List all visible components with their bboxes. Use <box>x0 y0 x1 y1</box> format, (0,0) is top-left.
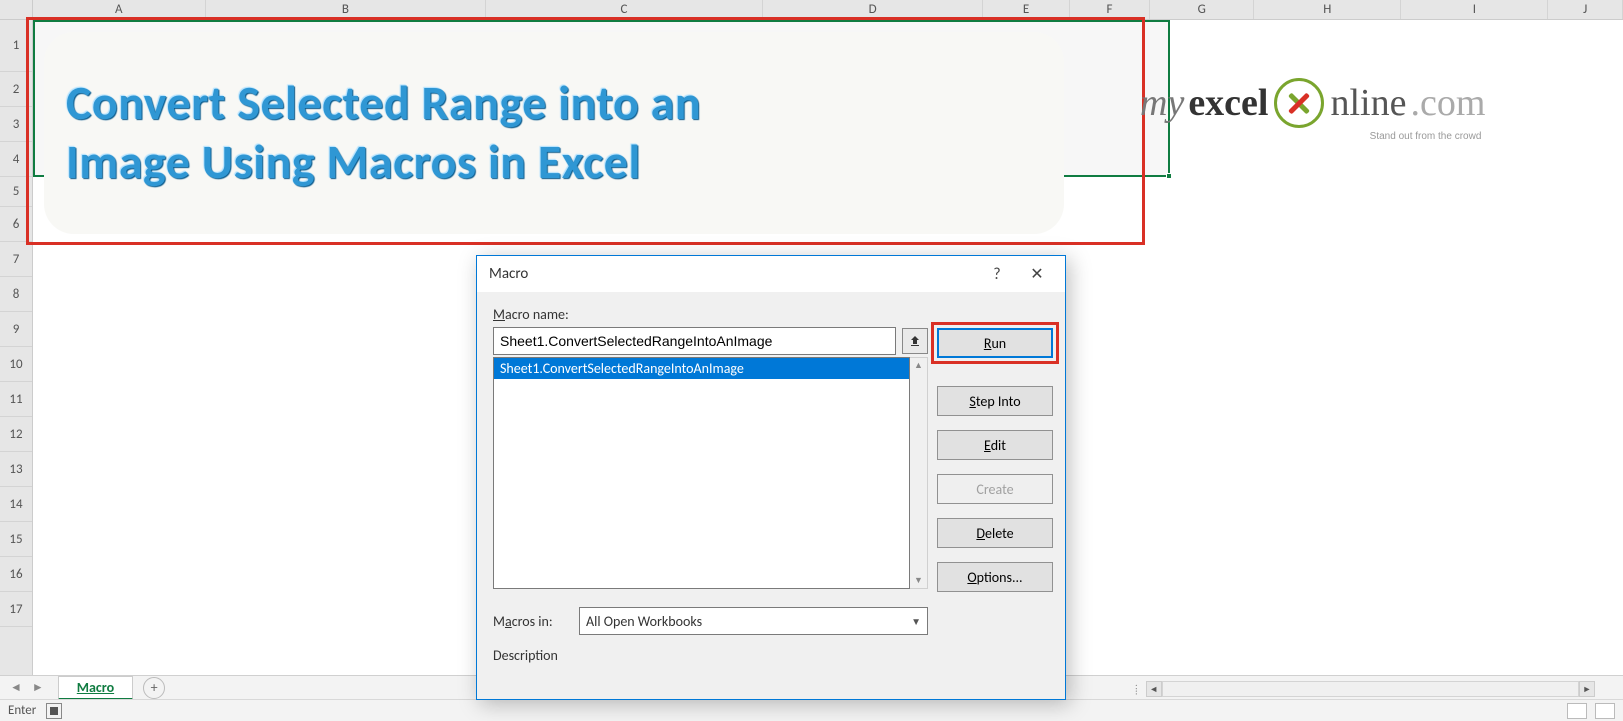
macros-in-value: All Open Workbooks <box>586 613 702 630</box>
logo-nline: nline <box>1330 81 1406 125</box>
macro-list[interactable]: Sheet1.ConvertSelectedRangeIntoAnImage <box>493 357 910 589</box>
view-page-layout-button[interactable] <box>1595 703 1615 719</box>
fill-handle[interactable] <box>1166 173 1172 179</box>
tab-nav-prev[interactable]: ◄ <box>6 680 26 695</box>
logo-com: .com <box>1410 81 1485 125</box>
step-into-button[interactable]: Step Into <box>937 386 1053 416</box>
title-shape[interactable]: Convert Selected Range into an Image Usi… <box>44 32 1064 234</box>
logo-excel: excel <box>1188 81 1268 125</box>
row-header-3[interactable]: 3 <box>0 107 32 142</box>
hscroll-area: ⁞ ◄ ► <box>1135 679 1595 699</box>
description-label: Description <box>493 647 928 664</box>
row-header-10[interactable]: 10 <box>0 347 32 382</box>
row-header-4[interactable]: 4 <box>0 142 32 177</box>
col-header-E[interactable]: E <box>983 0 1069 19</box>
logo: myexcel nline.com Stand out from the cro… <box>1140 78 1485 128</box>
hscroll-left[interactable]: ◄ <box>1146 681 1162 697</box>
macro-dialog: Macro ? ✕ Macro name: Sheet1.ConvertSele… <box>476 255 1066 700</box>
row-headers: 1 2 3 4 5 6 7 8 9 10 11 12 13 14 15 16 1… <box>0 20 33 679</box>
scroll-up-icon[interactable]: ▲ <box>914 360 923 371</box>
col-header-G[interactable]: G <box>1150 0 1254 19</box>
macro-name-label: Macro name: <box>493 306 928 323</box>
col-header-C[interactable]: C <box>486 0 763 19</box>
row-header-8[interactable]: 8 <box>0 277 32 312</box>
logo-my: my <box>1140 81 1184 125</box>
column-headers: A B C D E F G H I J <box>0 0 1623 20</box>
options-button[interactable]: Options... <box>937 562 1053 592</box>
select-all-corner[interactable] <box>0 0 33 19</box>
status-bar: Enter <box>0 699 1623 721</box>
row-header-2[interactable]: 2 <box>0 72 32 107</box>
dialog-help-button[interactable]: ? <box>977 259 1017 289</box>
upload-icon <box>908 334 922 348</box>
title-line-1: Convert Selected Range into an <box>66 74 1064 133</box>
row-header-1[interactable]: 1 <box>0 20 32 72</box>
dialog-titlebar[interactable]: Macro ? ✕ <box>477 256 1065 292</box>
view-normal-button[interactable] <box>1567 703 1587 719</box>
macro-list-scrollbar[interactable]: ▲ ▼ <box>910 357 928 589</box>
edit-button[interactable]: Edit <box>937 430 1053 460</box>
row-header-17[interactable]: 17 <box>0 592 32 627</box>
tabs-nav: ◄ ► <box>6 680 48 695</box>
run-button[interactable]: Run <box>937 328 1053 358</box>
dialog-title: Macro <box>489 265 977 283</box>
chevron-down-icon: ▼ <box>911 615 921 628</box>
macro-name-input[interactable] <box>493 327 896 355</box>
scroll-grip-icon[interactable]: ⁞ <box>1135 683 1140 696</box>
dialog-close-button[interactable]: ✕ <box>1017 259 1057 289</box>
col-header-B[interactable]: B <box>206 0 487 19</box>
title-line-2: Image Using Macros in Excel <box>66 133 1064 192</box>
create-button: Create <box>937 474 1053 504</box>
col-header-D[interactable]: D <box>763 0 984 19</box>
col-header-I[interactable]: I <box>1401 0 1548 19</box>
row-header-7[interactable]: 7 <box>0 242 32 277</box>
add-sheet-button[interactable]: + <box>143 677 165 699</box>
logo-x-icon <box>1274 78 1324 128</box>
delete-button[interactable]: Delete <box>937 518 1053 548</box>
col-header-H[interactable]: H <box>1254 0 1401 19</box>
row-header-12[interactable]: 12 <box>0 417 32 452</box>
row-header-6[interactable]: 6 <box>0 207 32 242</box>
col-header-J[interactable]: J <box>1548 0 1623 19</box>
macro-list-item[interactable]: Sheet1.ConvertSelectedRangeIntoAnImage <box>494 358 909 379</box>
row-header-14[interactable]: 14 <box>0 487 32 522</box>
macros-in-dropdown[interactable]: All Open Workbooks ▼ <box>579 607 928 635</box>
row-header-11[interactable]: 11 <box>0 382 32 417</box>
tab-nav-next[interactable]: ► <box>28 680 48 695</box>
row-header-16[interactable]: 16 <box>0 557 32 592</box>
logo-tagline: Stand out from the crowd <box>1370 131 1482 142</box>
macro-show-button[interactable] <box>902 328 928 354</box>
dialog-buttons: Run Step Into Edit Create Delete Options… <box>937 328 1053 592</box>
row-header-15[interactable]: 15 <box>0 522 32 557</box>
col-header-A[interactable]: A <box>33 0 206 19</box>
sheet-tab-macro[interactable]: Macro <box>58 676 133 700</box>
hscroll-track[interactable] <box>1162 681 1579 697</box>
row-header-9[interactable]: 9 <box>0 312 32 347</box>
scroll-down-icon[interactable]: ▼ <box>914 575 923 586</box>
macros-in-label: Macros in: <box>493 613 569 630</box>
row-header-13[interactable]: 13 <box>0 452 32 487</box>
col-header-F[interactable]: F <box>1070 0 1150 19</box>
hscroll-right[interactable]: ► <box>1579 681 1595 697</box>
status-mode: Enter <box>8 703 36 718</box>
macro-record-icon[interactable] <box>46 703 62 719</box>
dialog-body: Macro name: Sheet1.ConvertSelectedRangeI… <box>477 292 1065 684</box>
highlight-box-run: Run <box>931 322 1059 364</box>
row-header-5[interactable]: 5 <box>0 177 32 207</box>
